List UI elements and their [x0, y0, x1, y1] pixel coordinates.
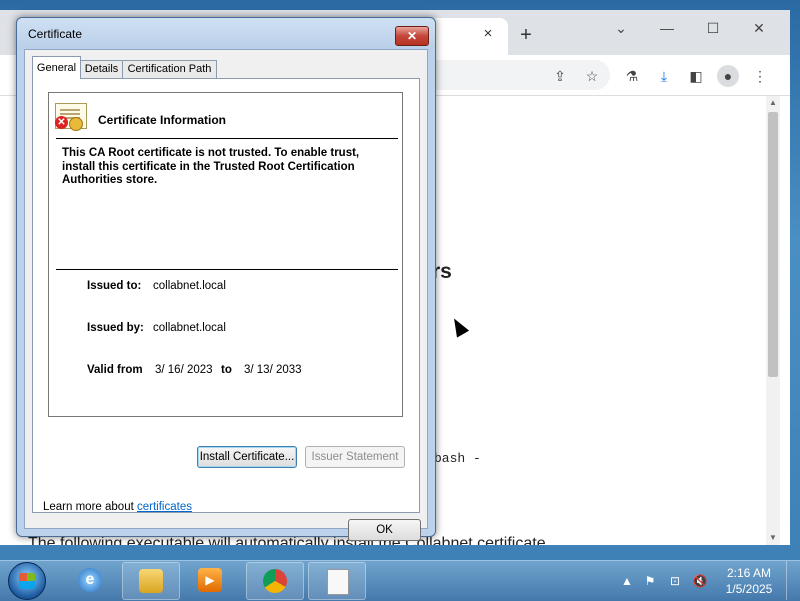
- scroll-up-icon[interactable]: ▲: [766, 96, 780, 110]
- star-icon[interactable]: ☆: [581, 65, 603, 87]
- clock-date: 1/5/2025: [725, 582, 773, 596]
- issued-by-value: collabnet.local: [153, 322, 226, 334]
- media-player-taskbar-item[interactable]: ▶: [182, 562, 238, 598]
- taskbar-clock[interactable]: 2:16 AM 1/5/2025: [716, 565, 782, 597]
- share-icon[interactable]: ⇪: [549, 65, 571, 87]
- issuer-statement-button: Issuer Statement: [305, 446, 405, 468]
- labs-icon[interactable]: ⚗: [621, 65, 643, 87]
- sidebar-icon[interactable]: ◧: [685, 65, 707, 87]
- network-icon[interactable]: ⊡: [667, 574, 683, 588]
- trust-warning-text: This CA Root certificate is not trusted.…: [62, 147, 360, 186]
- tab-details[interactable]: Details: [79, 60, 124, 78]
- media-player-icon: ▶: [198, 568, 222, 592]
- minimize-icon[interactable]: —: [652, 16, 682, 40]
- start-button[interactable]: [8, 562, 46, 600]
- profile-icon[interactable]: ●: [717, 65, 739, 87]
- issued-to-label: Issued to:: [87, 280, 142, 292]
- learn-more-prefix: Learn more about: [43, 501, 134, 513]
- document-icon: [327, 569, 349, 595]
- new-tab-icon[interactable]: +: [514, 24, 538, 48]
- learn-more-text: Learn more about certificates: [43, 501, 192, 513]
- divider: [56, 269, 398, 270]
- clock-time: 2:16 AM: [726, 566, 772, 580]
- chrome-icon: [263, 569, 287, 593]
- valid-to-label: to: [221, 364, 232, 376]
- untrusted-certificate-icon: ✕: [55, 103, 87, 131]
- certificate-info-box: ✕ Certificate Information This CA Root c…: [48, 92, 403, 417]
- action-center-flag-icon[interactable]: ⚑: [642, 574, 658, 588]
- tray-chevron-icon[interactable]: ▲: [619, 574, 635, 588]
- certificate-dialog: Certificate ✕ General Details Certificat…: [16, 17, 436, 541]
- tab-close-icon[interactable]: ×: [478, 24, 498, 44]
- valid-from-value: 3/ 16/ 2023: [155, 364, 213, 376]
- tab-certification-path[interactable]: Certification Path: [122, 60, 217, 78]
- dialog-title: Certificate: [28, 27, 83, 41]
- general-tab-panel: ✕ Certificate Information This CA Root c…: [32, 78, 420, 513]
- scroll-thumb[interactable]: [768, 112, 778, 377]
- valid-to-value: 3/ 13/ 2033: [244, 364, 302, 376]
- certificate-info-title: Certificate Information: [98, 113, 227, 127]
- code-snippet: bash -: [434, 451, 481, 466]
- show-desktop-button[interactable]: [786, 561, 800, 600]
- valid-from-label: Valid from: [87, 364, 143, 376]
- internet-explorer-taskbar-item[interactable]: e: [62, 562, 118, 598]
- maximize-icon[interactable]: ☐: [698, 16, 728, 40]
- tab-search-icon[interactable]: ⌄: [606, 16, 636, 40]
- scroll-down-icon[interactable]: ▼: [766, 531, 780, 545]
- issued-by-label: Issued by:: [87, 322, 144, 334]
- tab-general[interactable]: General: [32, 56, 81, 79]
- ok-button[interactable]: OK: [348, 519, 421, 541]
- dialog-body: General Details Certification Path ✕ Cer…: [24, 49, 428, 541]
- chrome-taskbar-item[interactable]: [246, 562, 304, 600]
- volume-muted-icon[interactable]: 🔇: [692, 574, 708, 588]
- issued-to-value: collabnet.local: [153, 280, 226, 292]
- folder-icon: [139, 569, 163, 593]
- internet-explorer-icon: e: [78, 568, 102, 592]
- dialog-close-button[interactable]: ✕: [395, 26, 429, 46]
- install-certificate-button[interactable]: Install Certificate...: [197, 446, 297, 468]
- menu-icon[interactable]: ⋮: [749, 65, 771, 87]
- certificates-link[interactable]: certificates: [137, 501, 192, 513]
- download-icon[interactable]: ⤓: [653, 65, 675, 87]
- document-taskbar-item[interactable]: [308, 562, 366, 600]
- page-scrollbar[interactable]: ▲ ▼: [766, 96, 780, 545]
- file-explorer-taskbar-item[interactable]: [122, 562, 180, 600]
- divider: [56, 138, 398, 139]
- window-close-icon[interactable]: ✕: [744, 16, 774, 40]
- dialog-titlebar[interactable]: Certificate ✕: [17, 18, 435, 50]
